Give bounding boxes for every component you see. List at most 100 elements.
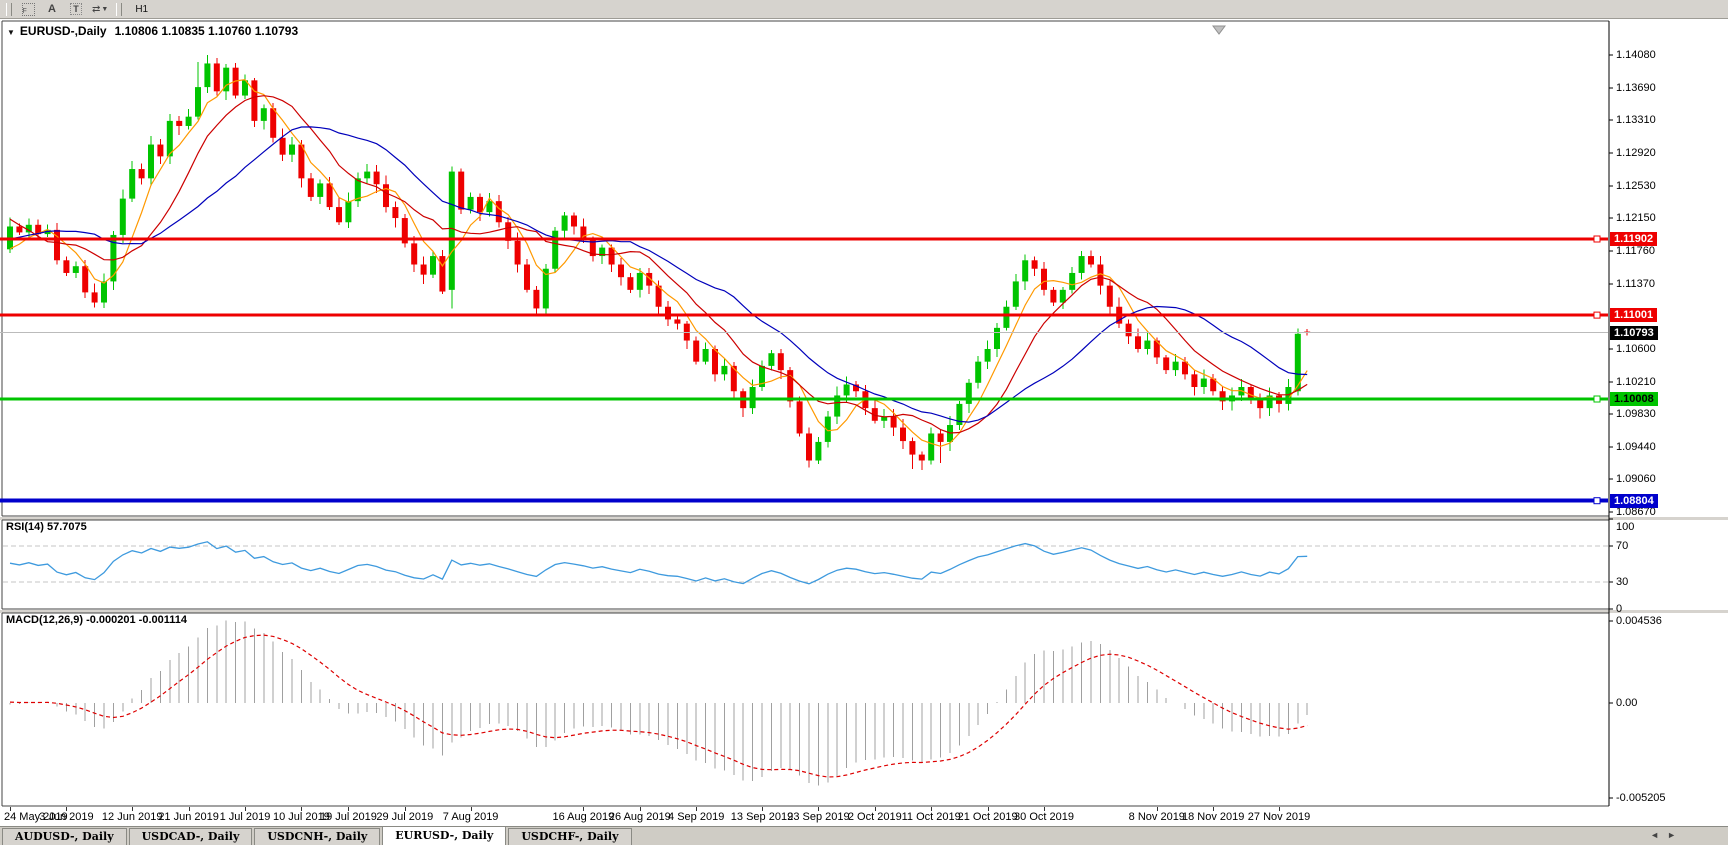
- candle[interactable]: [477, 197, 483, 212]
- candle[interactable]: [317, 183, 323, 197]
- chart-tab-usdchf[interactable]: USDCHF-, Daily: [508, 828, 631, 845]
- candle[interactable]: [439, 256, 445, 291]
- hline-handle[interactable]: [1594, 236, 1600, 242]
- candle[interactable]: [938, 433, 944, 441]
- candle[interactable]: [496, 201, 502, 222]
- candle[interactable]: [148, 145, 154, 179]
- candle[interactable]: [364, 172, 370, 179]
- candle[interactable]: [1079, 256, 1085, 273]
- candle[interactable]: [167, 121, 173, 156]
- candle[interactable]: [580, 226, 586, 239]
- hline-handle[interactable]: [1594, 312, 1600, 318]
- candle[interactable]: [665, 307, 671, 320]
- candle[interactable]: [571, 216, 577, 227]
- candle[interactable]: [928, 433, 934, 460]
- candle[interactable]: [289, 145, 295, 155]
- candle[interactable]: [270, 108, 276, 138]
- candle[interactable]: [383, 184, 389, 207]
- candle[interactable]: [618, 265, 624, 278]
- candle[interactable]: [1173, 362, 1179, 370]
- candle[interactable]: [975, 362, 981, 383]
- candle[interactable]: [280, 138, 286, 155]
- candle[interactable]: [308, 178, 314, 197]
- candle[interactable]: [693, 341, 699, 362]
- candle[interactable]: [139, 169, 145, 178]
- chart-tab-audusd[interactable]: AUDUSD-, Daily: [2, 828, 127, 845]
- grid-f-icon[interactable]: F: [17, 1, 39, 17]
- candle[interactable]: [1126, 324, 1132, 337]
- candle[interactable]: [815, 442, 821, 461]
- candle[interactable]: [336, 207, 342, 222]
- tab-scroll-right-icon[interactable]: ►: [1667, 830, 1676, 840]
- candle[interactable]: [515, 241, 521, 265]
- candle[interactable]: [1088, 256, 1094, 264]
- candle[interactable]: [524, 265, 530, 290]
- candle[interactable]: [891, 417, 897, 428]
- candle[interactable]: [684, 324, 690, 341]
- candle[interactable]: [787, 370, 793, 401]
- candle[interactable]: [1135, 336, 1141, 349]
- timeframe-button-h1[interactable]: H1: [127, 1, 162, 18]
- candle[interactable]: [1032, 260, 1038, 268]
- candle[interactable]: [985, 349, 991, 362]
- candle[interactable]: [374, 172, 380, 185]
- candle[interactable]: [421, 265, 427, 275]
- candle[interactable]: [63, 260, 69, 273]
- candle[interactable]: [806, 433, 812, 460]
- candle[interactable]: [214, 63, 220, 91]
- text-cursor-icon[interactable]: A: [41, 1, 63, 17]
- candle[interactable]: [844, 384, 850, 395]
- symbol-dropdown-icon[interactable]: ▼: [7, 28, 15, 37]
- candle[interactable]: [674, 319, 680, 323]
- candle[interactable]: [392, 207, 398, 218]
- candle[interactable]: [157, 145, 163, 157]
- candle[interactable]: [92, 292, 98, 302]
- candle[interactable]: [82, 266, 88, 292]
- candle[interactable]: [1041, 269, 1047, 290]
- candle[interactable]: [1144, 341, 1150, 349]
- candle[interactable]: [797, 401, 803, 433]
- candle[interactable]: [129, 169, 135, 199]
- candle[interactable]: [195, 87, 201, 117]
- chart-tab-usdcnh[interactable]: USDCNH-, Daily: [254, 828, 380, 845]
- tab-scroll-left-icon[interactable]: ◄: [1650, 830, 1659, 840]
- candle[interactable]: [1191, 374, 1197, 387]
- candle[interactable]: [1107, 286, 1113, 307]
- chart-tab-usdcad[interactable]: USDCAD-, Daily: [129, 828, 253, 845]
- candle[interactable]: [468, 197, 474, 210]
- chart-tab-eurusd[interactable]: EURUSD-, Daily: [382, 826, 506, 845]
- candle[interactable]: [900, 428, 906, 442]
- candle[interactable]: [186, 117, 192, 126]
- candle[interactable]: [1163, 357, 1169, 370]
- candle[interactable]: [458, 172, 464, 210]
- candle[interactable]: [101, 281, 107, 302]
- candle[interactable]: [1003, 307, 1009, 328]
- hline-handle[interactable]: [1594, 396, 1600, 402]
- candle[interactable]: [251, 80, 257, 121]
- text-label-icon[interactable]: T: [65, 1, 87, 17]
- candle[interactable]: [721, 366, 727, 374]
- candle[interactable]: [345, 201, 351, 222]
- candle[interactable]: [1013, 281, 1019, 306]
- candle[interactable]: [637, 273, 643, 290]
- candle[interactable]: [909, 441, 915, 455]
- candle[interactable]: [449, 172, 455, 290]
- candle[interactable]: [1060, 290, 1066, 303]
- candle[interactable]: [1257, 400, 1263, 408]
- candle[interactable]: [16, 226, 22, 232]
- candle[interactable]: [919, 455, 925, 461]
- candle[interactable]: [627, 277, 633, 290]
- candle[interactable]: [1022, 260, 1028, 281]
- candle[interactable]: [430, 256, 436, 275]
- date-axis[interactable]: 24 May 20193 Jun 201912 Jun 201921 Jun 2…: [0, 807, 1728, 826]
- candle[interactable]: [120, 199, 126, 235]
- candle[interactable]: [1050, 290, 1056, 303]
- candle[interactable]: [1069, 273, 1075, 290]
- candle[interactable]: [1201, 379, 1207, 387]
- candle[interactable]: [327, 183, 333, 207]
- toolbar-grip[interactable]: [6, 3, 12, 16]
- candle[interactable]: [411, 243, 417, 264]
- candle[interactable]: [768, 353, 774, 366]
- candle[interactable]: [609, 248, 615, 265]
- candle[interactable]: [204, 63, 210, 87]
